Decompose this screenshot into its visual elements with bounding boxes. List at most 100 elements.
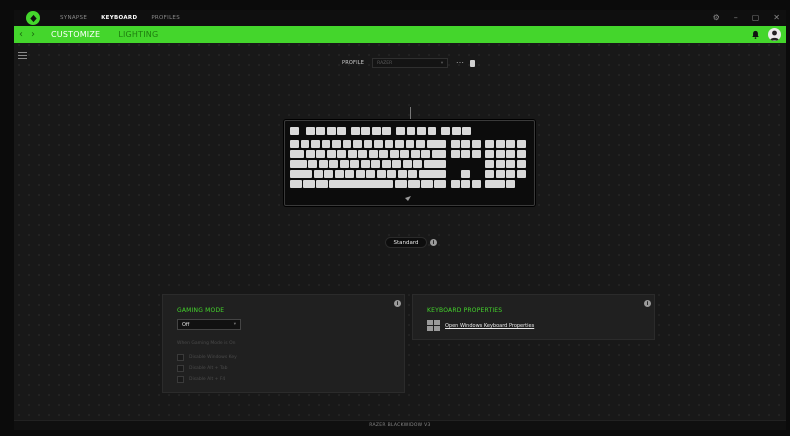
keyboard-key (451, 127, 461, 135)
keyboard-key (384, 140, 394, 148)
gaming-mode-when-label: When Gaming Mode is On (177, 341, 236, 346)
keyboard-key (516, 140, 526, 148)
tab-synapse[interactable]: SYNAPSE (60, 15, 87, 21)
nav-bar: ‹ › CUSTOMIZE LIGHTING (14, 26, 786, 43)
keyboard-key (516, 150, 526, 158)
keyboard-key (485, 150, 495, 158)
keyboard-key (360, 160, 370, 168)
notification-bell-icon[interactable] (751, 30, 760, 39)
keyboard-key (353, 140, 362, 148)
open-keyboard-properties-link[interactable]: Open Windows Keyboard Properties (445, 323, 534, 329)
keyboard-key (368, 150, 378, 158)
hamburger-menu-icon[interactable] (18, 52, 27, 59)
keyboard-key (361, 127, 371, 135)
keyboard-key (506, 180, 516, 188)
device-name: RAZER BLACKWIDOW V3 (369, 423, 431, 428)
keyboard-key (506, 140, 516, 148)
keyboard-key (374, 140, 383, 148)
keyboard-key (495, 170, 505, 178)
keyboard-key (410, 150, 420, 158)
keyboard-key (290, 160, 307, 168)
keyboard-key (300, 140, 310, 148)
keyboard-key (308, 160, 318, 168)
nav-lighting[interactable]: LIGHTING (118, 30, 158, 39)
option-disable-windows-key[interactable]: Disable Windows Key (177, 354, 237, 361)
close-icon[interactable]: ✕ (773, 14, 780, 22)
info-icon[interactable]: i (394, 300, 401, 307)
keyboard-key (392, 160, 402, 168)
checkbox-label: Disable Windows Key (189, 355, 237, 360)
keyboard-key (408, 170, 418, 178)
keyboard-key (506, 150, 516, 158)
keyboard-key (381, 160, 391, 168)
keyboard-key (485, 170, 495, 178)
keyboard-key (450, 140, 460, 148)
info-icon[interactable]: i (644, 300, 651, 307)
keyboard-key (305, 127, 315, 135)
keyboard-key (506, 170, 516, 178)
keyboard-key (321, 140, 331, 148)
razer-logo-icon (26, 11, 40, 25)
avatar[interactable] (768, 28, 781, 41)
keyboard-key (395, 180, 407, 188)
gaming-mode-dropdown[interactable]: Off ▾ (177, 319, 241, 330)
keyboard-key (516, 160, 526, 168)
keyboard-key (290, 127, 299, 135)
option-disable-alt-f4[interactable]: Disable Alt + F4 (177, 376, 225, 383)
option-disable-alt-tab[interactable]: Disable Alt + Tab (177, 365, 227, 372)
keyboard-key (417, 127, 426, 135)
keyboard-key (516, 170, 526, 178)
keyboard-key (434, 180, 446, 188)
profile-dropdown-value: RAZER (377, 60, 393, 66)
on-board-memory-icon[interactable] (470, 59, 476, 67)
keyboard-key (324, 170, 334, 178)
checkbox[interactable] (177, 365, 184, 372)
info-icon[interactable]: i (430, 239, 437, 246)
keyboard-key (462, 127, 472, 135)
tab-keyboard[interactable]: KEYBOARD (101, 15, 137, 21)
keyboard-cable (410, 107, 411, 120)
minimize-icon[interactable]: – (734, 14, 738, 22)
keyboard-key (326, 127, 336, 135)
keyboard-key (423, 160, 446, 168)
keyboard-key (495, 160, 505, 168)
keyboard-key (431, 150, 446, 158)
keyboard-key (461, 150, 471, 158)
app-tabs: SYNAPSE KEYBOARD PROFILES (60, 15, 180, 21)
keyboard-key (318, 160, 328, 168)
checkbox[interactable] (177, 354, 184, 361)
keyboard-key (376, 170, 386, 178)
keyboard-key (400, 150, 410, 158)
keyboard-key (332, 140, 341, 148)
checkbox-label: Disable Alt + Tab (189, 366, 228, 371)
keyboard-key (450, 180, 460, 188)
maximize-icon[interactable]: ▢ (752, 14, 760, 22)
back-arrow-icon[interactable]: ‹ (19, 29, 29, 40)
keyboard-key (471, 140, 481, 148)
keyboard-key (495, 140, 505, 148)
keyboard-key (418, 170, 446, 178)
keyboard-mode-button[interactable]: Standard (385, 237, 427, 248)
keyboard-key (450, 150, 460, 158)
settings-icon[interactable]: ⚙ (713, 14, 720, 22)
tab-profiles[interactable]: PROFILES (151, 15, 180, 21)
more-options-icon[interactable]: ··· (456, 59, 464, 67)
keyboard-key (426, 140, 446, 148)
keyboard-key (326, 150, 336, 158)
keyboard-key (339, 160, 349, 168)
keyboard-key (290, 140, 299, 148)
profile-dropdown[interactable]: RAZER ▾ (372, 58, 449, 68)
keyboard-key (337, 127, 347, 135)
keyboard-key (316, 150, 326, 158)
keyboard-key (337, 150, 347, 158)
forward-arrow-icon[interactable]: › (31, 29, 41, 40)
nav-customize[interactable]: CUSTOMIZE (51, 30, 100, 39)
keyboard-key (382, 127, 392, 135)
keyboard-key (329, 160, 339, 168)
keyboard-properties-title: KEYBOARD PROPERTIES (427, 307, 503, 314)
checkbox[interactable] (177, 376, 184, 383)
keyboard-key (290, 180, 302, 188)
keyboard-image (284, 120, 535, 206)
gaming-mode-value: Off (182, 321, 190, 328)
keyboard-key (461, 180, 471, 188)
